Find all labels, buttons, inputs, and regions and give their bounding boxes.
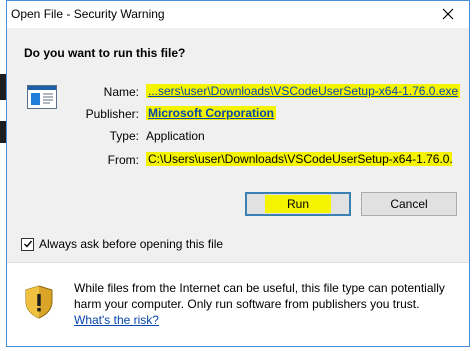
- cancel-button-label: Cancel: [390, 197, 428, 211]
- window-title: Open File - Security Warning: [11, 7, 165, 21]
- name-label: Name:: [103, 85, 139, 99]
- warning-message: While files from the Internet can be use…: [74, 281, 445, 311]
- close-button[interactable]: [435, 3, 461, 25]
- security-shield-icon: [25, 285, 53, 319]
- from-label: From:: [107, 153, 139, 167]
- screen: Open File - Security Warning Do you want…: [0, 0, 475, 351]
- security-warning-dialog: Open File - Security Warning Do you want…: [6, 0, 470, 347]
- publisher-value[interactable]: Microsoft Corporation: [146, 106, 276, 120]
- whats-the-risk-link[interactable]: What's the risk?: [74, 313, 159, 327]
- type-label: Type:: [109, 129, 139, 143]
- run-button[interactable]: Run: [245, 192, 351, 216]
- checkmark-icon: [23, 240, 32, 248]
- dialog-footer: While files from the Internet can be use…: [7, 263, 469, 346]
- close-icon: [442, 8, 454, 20]
- from-value: C:\Users\user\Downloads\VSCodeUserSetup-…: [146, 152, 452, 166]
- publisher-label: Publisher:: [85, 107, 139, 121]
- always-ask-checkbox[interactable]: [21, 237, 34, 251]
- from-path: C:\Users\user\Downloads\VSCodeUserSetup-…: [146, 152, 452, 166]
- name-value-link[interactable]: ...sers\user\Downloads\VSCodeUserSetup-x…: [146, 84, 461, 98]
- run-button-label: Run: [264, 195, 331, 213]
- title-bar[interactable]: Open File - Security Warning: [7, 1, 469, 28]
- always-ask-option[interactable]: Always ask before opening this file: [21, 237, 223, 251]
- dialog-body: Do you want to run this file? Name: ...s…: [7, 28, 469, 262]
- publisher-link[interactable]: Microsoft Corporation: [146, 106, 276, 120]
- cancel-button[interactable]: Cancel: [361, 192, 457, 216]
- always-ask-label[interactable]: Always ask before opening this file: [39, 237, 223, 251]
- name-value[interactable]: ...sers\user\Downloads\VSCodeUserSetup-x…: [146, 84, 461, 98]
- type-value: Application: [146, 129, 205, 143]
- run-question: Do you want to run this file?: [24, 46, 186, 60]
